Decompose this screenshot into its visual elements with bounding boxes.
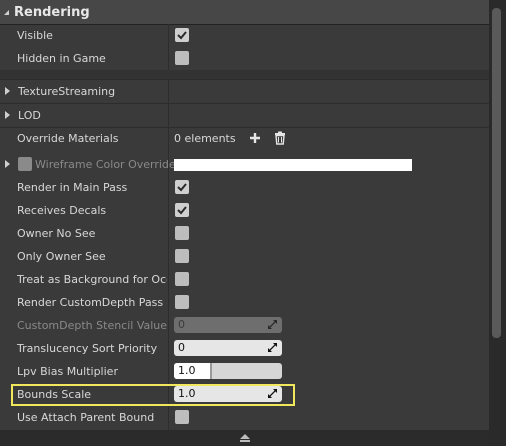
translucency-sort-priority-input[interactable]: 0 <box>174 340 282 356</box>
owner-no-see-checkbox[interactable] <box>175 226 189 240</box>
row-owner-no-see: Owner No See <box>0 222 489 245</box>
override-materials-label: Override Materials <box>17 132 119 145</box>
render-in-main-pass-label: Render in Main Pass <box>17 181 128 194</box>
lod-label: LOD <box>18 109 41 122</box>
category-lod[interactable]: LOD <box>0 104 489 127</box>
customdepth-stencil-value-text: 0 <box>178 318 185 331</box>
checkmark-icon <box>177 31 187 40</box>
wireframe-color-swatch[interactable] <box>174 159 412 171</box>
receives-decals-checkbox[interactable] <box>175 203 189 217</box>
expand-arrow-icon[interactable] <box>5 111 10 119</box>
trash-icon[interactable] <box>273 131 287 145</box>
resize-arrows-icon <box>268 343 277 352</box>
row-treat-as-background: Treat as Background for Occlu <box>0 268 489 291</box>
collapse-triangle-icon[interactable] <box>4 9 9 15</box>
row-hidden-in-game: Hidden in Game <box>0 47 489 70</box>
visible-label: Visible <box>17 29 53 42</box>
collapse-up-icon-base <box>240 440 250 442</box>
receives-decals-label: Receives Decals <box>17 204 107 217</box>
row-only-owner-see: Only Owner See <box>0 245 489 268</box>
expand-arrow-icon[interactable] <box>5 87 10 95</box>
override-materials-count: 0 elements <box>174 132 236 145</box>
hidden-in-game-checkbox[interactable] <box>175 51 189 65</box>
wireframe-color-label: Wireframe Color Override <box>35 158 176 171</box>
row-lpv-bias-multiplier: Lpv Bias Multiplier 1.0 <box>0 360 489 383</box>
hidden-in-game-label: Hidden in Game <box>17 52 106 65</box>
customdepth-stencil-value-input[interactable]: 0 <box>174 317 282 333</box>
use-attach-parent-bound-checkbox[interactable] <box>175 410 189 424</box>
row-receives-decals: Receives Decals <box>0 199 489 222</box>
translucency-sort-priority-label: Translucency Sort Priority <box>17 342 158 355</box>
visible-checkbox[interactable] <box>175 28 189 42</box>
section-title: Rendering <box>14 4 90 20</box>
row-render-in-main-pass: Render in Main Pass <box>0 176 489 199</box>
category-texturestreaming[interactable]: TextureStreaming <box>0 80 489 103</box>
only-owner-see-label: Only Owner See <box>17 250 106 263</box>
row-use-attach-parent-bound: Use Attach Parent Bound <box>0 406 489 429</box>
advanced-toggle-bar[interactable] <box>0 430 489 446</box>
row-visible: Visible <box>0 24 489 47</box>
checkmark-icon <box>177 206 187 215</box>
treat-as-background-checkbox[interactable] <box>175 272 189 286</box>
bounds-scale-highlight <box>11 384 295 406</box>
only-owner-see-checkbox[interactable] <box>175 249 189 263</box>
translucency-sort-priority-text: 0 <box>178 341 185 354</box>
render-customdepth-pass-checkbox[interactable] <box>175 295 189 309</box>
add-element-icon[interactable] <box>248 131 262 145</box>
vertical-scrollbar[interactable] <box>489 0 506 446</box>
render-in-main-pass-checkbox[interactable] <box>175 180 189 194</box>
resize-arrows-icon <box>268 320 277 329</box>
texturestreaming-label: TextureStreaming <box>18 85 116 98</box>
checkmark-icon <box>177 183 187 192</box>
row-translucency-sort-priority: Translucency Sort Priority 0 <box>0 337 489 360</box>
use-attach-parent-bound-label: Use Attach Parent Bound <box>17 411 155 424</box>
row-render-customdepth-pass: Render CustomDepth Pass <box>0 291 489 314</box>
lpv-bias-multiplier-slider[interactable]: 1.0 <box>174 363 282 379</box>
treat-as-background-label: Treat as Background for Occlu <box>17 273 167 286</box>
expand-arrow-icon[interactable] <box>5 160 10 168</box>
details-panel: Rendering Visible Hidden in Game Texture… <box>0 0 489 446</box>
row-override-materials: Override Materials 0 elements <box>0 127 489 150</box>
wireframe-override-checkbox[interactable] <box>18 157 32 171</box>
customdepth-stencil-value-label: CustomDepth Stencil Value <box>17 319 167 332</box>
rendering-section-header[interactable]: Rendering <box>0 0 489 25</box>
render-customdepth-pass-label: Render CustomDepth Pass <box>17 296 164 309</box>
scrollbar-thumb[interactable] <box>492 8 501 338</box>
row-wireframe-color-override: Wireframe Color Override <box>0 153 489 176</box>
owner-no-see-label: Owner No See <box>17 227 96 240</box>
lpv-bias-multiplier-text: 1.0 <box>178 364 196 377</box>
row-customdepth-stencil-value: CustomDepth Stencil Value 0 <box>0 314 489 337</box>
lpv-bias-multiplier-label: Lpv Bias Multiplier <box>17 365 118 378</box>
collapse-up-icon[interactable] <box>240 434 250 439</box>
